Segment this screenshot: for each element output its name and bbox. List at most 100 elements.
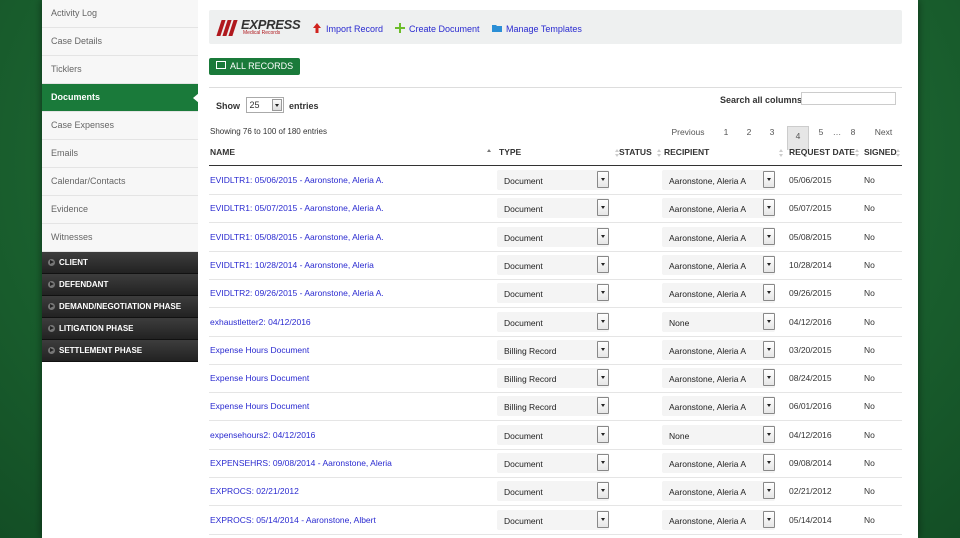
record-name-link[interactable]: Expense Hours Document	[210, 345, 309, 355]
phase-section-client[interactable]: CLIENT	[42, 252, 198, 274]
type-select[interactable]: Document	[497, 509, 609, 530]
type-select[interactable]: Document	[497, 283, 609, 304]
chevron-down-icon	[597, 425, 609, 443]
folder-icon	[492, 25, 502, 32]
record-name-link[interactable]: EVIDLTR1: 05/06/2015 - Aaronstone, Aleri…	[210, 175, 384, 185]
column-header-type[interactable]: TYPE	[499, 147, 521, 157]
record-name-link[interactable]: Expense Hours Document	[210, 373, 309, 383]
sort-icon[interactable]	[779, 149, 784, 157]
sort-icon[interactable]	[855, 149, 860, 157]
sidebar-item-witnesses[interactable]: Witnesses	[42, 224, 198, 252]
recipient-value: Aaronstone, Aleria A	[669, 260, 747, 271]
type-select[interactable]: Document	[497, 254, 609, 275]
signed-cell: No	[864, 203, 875, 214]
column-header-status[interactable]: STATUS	[619, 147, 652, 157]
sidebar-item-documents[interactable]: Documents	[42, 84, 199, 112]
record-name-link[interactable]: EXPENSEHRS: 09/08/2014 - Aaronstone, Ale…	[210, 458, 392, 468]
sort-icon[interactable]	[896, 149, 901, 157]
page-link-8[interactable]: 8	[848, 126, 858, 146]
page-link-3[interactable]: 3	[766, 126, 778, 146]
page-link-1[interactable]: 1	[720, 126, 732, 146]
recipient-value: Aaronstone, Aleria A	[669, 402, 747, 413]
page-link-5[interactable]: 5	[815, 126, 827, 146]
recipient-value: Aaronstone, Aleria A	[669, 487, 747, 498]
type-select[interactable]: Document	[497, 453, 609, 473]
type-select[interactable]: Document	[497, 170, 609, 190]
page-link-next[interactable]: Next	[871, 126, 896, 146]
chevron-down-icon	[597, 312, 609, 330]
sidebar-item-calendar-contacts[interactable]: Calendar/Contacts	[42, 168, 198, 196]
recipient-select[interactable]: Aaronstone, Aleria A	[662, 254, 775, 275]
page-link-2[interactable]: 2	[743, 126, 755, 146]
all-records-button[interactable]: ALL RECORDS	[209, 58, 301, 75]
logo-slashes-icon	[216, 20, 239, 36]
column-header-name[interactable]: NAME	[210, 147, 235, 157]
recipient-select[interactable]: None	[662, 424, 775, 445]
type-select[interactable]: Document	[497, 481, 609, 502]
sidebar-item-activity-log[interactable]: Activity Log	[42, 0, 198, 28]
column-header-request-date[interactable]: REQUEST DATE	[789, 147, 855, 157]
type-select[interactable]: Billing Record	[497, 339, 609, 360]
sidebar-item-label: Documents	[51, 92, 101, 102]
sidebar-item-evidence[interactable]: Evidence	[42, 196, 198, 224]
sidebar-item-ticklers[interactable]: Ticklers	[42, 56, 198, 84]
type-value: Document	[504, 317, 543, 328]
sidebar-item-emails[interactable]: Emails	[42, 140, 198, 168]
phase-section-demand-negotiation-phase[interactable]: DEMAND/NEGOTIATION PHASE	[42, 296, 198, 318]
sort-icon[interactable]	[657, 149, 662, 157]
type-select[interactable]: Billing Record	[497, 396, 609, 417]
type-value: Document	[504, 260, 543, 271]
recipient-value: Aaronstone, Aleria A	[669, 515, 747, 526]
type-select[interactable]: Document	[497, 198, 609, 219]
table-row: EXPENSEHRS: 09/08/2014 - Aaronstone, Ale…	[209, 449, 902, 478]
table-row: EXPROCS: 05/14/2014 - Aaronstone, Albert…	[209, 506, 902, 535]
recipient-select[interactable]: Aaronstone, Aleria A	[662, 509, 775, 530]
phase-section-settlement-phase[interactable]: SETTLEMENT PHASE	[42, 340, 198, 362]
record-name-link[interactable]: expensehours2: 04/12/2016	[210, 430, 315, 440]
page-link-previous[interactable]: Previous	[669, 126, 707, 146]
chevron-down-icon	[763, 284, 775, 302]
record-name-link[interactable]: Expense Hours Document	[210, 401, 309, 411]
sidebar-item-case-details[interactable]: Case Details	[42, 28, 198, 56]
phase-section-defendant[interactable]: DEFENDANT	[42, 274, 198, 296]
record-name-link[interactable]: exhaustletter2: 04/12/2016	[210, 317, 311, 327]
chevron-down-icon	[597, 199, 609, 217]
phase-section-litigation-phase[interactable]: LITIGATION PHASE	[42, 318, 198, 340]
search-label: Search all columns:	[720, 95, 806, 105]
record-name-link[interactable]: EVIDLTR1: 05/08/2015 - Aaronstone, Aleri…	[210, 232, 384, 242]
import-record-button[interactable]: Import Record	[312, 23, 383, 34]
recipient-select[interactable]: Aaronstone, Aleria A	[662, 396, 775, 417]
recipient-select[interactable]: Aaronstone, Aleria A	[662, 453, 775, 473]
table-row: Expense Hours Document Billing Record Aaro…	[209, 392, 902, 422]
recipient-select[interactable]: None	[662, 311, 775, 332]
type-select[interactable]: Document	[497, 226, 609, 247]
recipient-select[interactable]: Aaronstone, Aleria A	[662, 339, 775, 360]
create-document-button[interactable]: Create Document	[395, 23, 480, 34]
record-name-link[interactable]: EVIDLTR2: 09/26/2015 - Aaronstone, Aleri…	[210, 288, 384, 298]
recipient-value: Aaronstone, Aleria A	[669, 289, 747, 300]
recipient-select[interactable]: Aaronstone, Aleria A	[662, 481, 775, 502]
page-size-select[interactable]: 25	[245, 97, 284, 113]
record-name-link[interactable]: EVIDLTR1: 10/28/2014 - Aaronstone, Aleri…	[210, 260, 374, 270]
recipient-select[interactable]: Aaronstone, Aleria A	[662, 198, 775, 219]
chevron-down-icon	[763, 227, 775, 245]
recipient-select[interactable]: Aaronstone, Aleria A	[662, 226, 775, 247]
sort-asc-icon[interactable]	[487, 149, 492, 157]
recipient-select[interactable]: Aaronstone, Aleria A	[662, 368, 775, 389]
request-date-cell: 05/14/2014	[789, 514, 832, 525]
column-header-signed[interactable]: SIGNED	[864, 147, 897, 157]
recipient-select[interactable]: Aaronstone, Aleria A	[662, 170, 775, 190]
recipient-select[interactable]: Aaronstone, Aleria A	[662, 283, 775, 304]
type-value: Document	[504, 232, 543, 243]
record-name-link[interactable]: EVIDLTR1: 05/07/2015 - Aaronstone, Aleri…	[210, 203, 384, 213]
sidebar-item-label: Emails	[51, 148, 79, 158]
type-select[interactable]: Document	[497, 424, 609, 445]
sidebar-item-case-expenses[interactable]: Case Expenses	[42, 112, 198, 140]
type-select[interactable]: Billing Record	[497, 368, 609, 389]
record-name-link[interactable]: EXPROCS: 02/21/2012	[210, 486, 299, 496]
type-select[interactable]: Document	[497, 311, 609, 332]
manage-templates-button[interactable]: Manage Templates	[492, 23, 582, 34]
record-name-link[interactable]: EXPROCS: 05/14/2014 - Aaronstone, Albert	[210, 515, 376, 525]
column-header-recipient[interactable]: RECIPIENT	[664, 147, 709, 157]
search-input[interactable]	[801, 92, 896, 105]
